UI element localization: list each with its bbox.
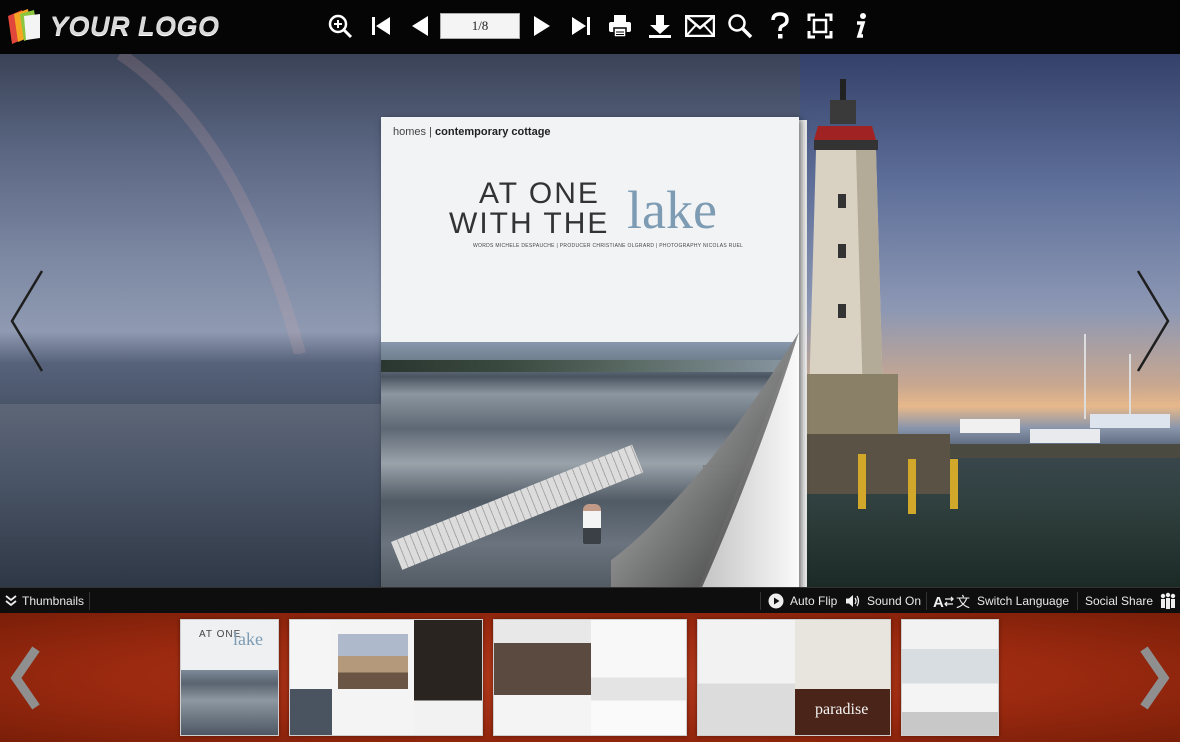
- thumbnail-title-accent: paradise: [815, 701, 869, 718]
- logo: YOUR LOGO: [4, 6, 220, 46]
- fullscreen-icon: [807, 13, 833, 39]
- thumbnails-next-button[interactable]: [1134, 643, 1174, 713]
- print-button[interactable]: [605, 10, 635, 42]
- next-page-arrow[interactable]: [1132, 269, 1172, 373]
- chevron-right-icon: [1136, 270, 1170, 372]
- info-icon: [856, 13, 866, 38]
- print-icon: [609, 15, 631, 38]
- next-page-icon: [534, 16, 550, 36]
- svg-text:文: 文: [956, 595, 970, 609]
- thumbnails-label: Thumbnails: [22, 594, 85, 608]
- speaker-icon: [846, 595, 860, 607]
- logo-text: YOUR LOGO: [50, 10, 220, 41]
- email-button[interactable]: [685, 10, 715, 42]
- thumbnail-page: AT ONE lake: [181, 620, 278, 735]
- page-curl[interactable]: [611, 332, 799, 588]
- headline-line-2: WITH THE: [449, 207, 610, 240]
- sound-label: Sound On: [867, 594, 922, 608]
- flipbook-page[interactable]: homes | contemporary cottage AT ONE WITH…: [381, 117, 807, 588]
- sound-toggle[interactable]: Sound On: [845, 592, 921, 610]
- last-page-icon: [572, 17, 590, 35]
- page-header: homes | contemporary cottage: [393, 126, 551, 138]
- headline-block: AT ONE WITH THE: [449, 179, 609, 239]
- page-number-input[interactable]: [440, 13, 520, 39]
- auto-flip-button[interactable]: Auto Flip: [768, 592, 837, 610]
- auto-flip-label: Auto Flip: [790, 594, 838, 608]
- headline-line-1: AT ONE: [479, 177, 600, 210]
- switch-language-label: Switch Language: [977, 594, 1070, 608]
- switch-language-button[interactable]: A文 Switch Language: [933, 592, 1069, 610]
- next-page-button[interactable]: [527, 10, 557, 42]
- background-lake-water: [0, 404, 400, 588]
- lighthouse: [800, 79, 1180, 514]
- chevron-left-icon: [10, 646, 40, 710]
- rainbow: [116, 54, 306, 354]
- thumbnail-spread-4-5[interactable]: [493, 619, 687, 736]
- chevron-left-icon: [10, 270, 44, 372]
- thumbnail-page: [902, 620, 998, 735]
- flipbook-viewer: YOUR LOGO 1/8 homes | contemporary cotta…: [0, 0, 1180, 742]
- download-icon: [649, 15, 671, 38]
- last-page-button[interactable]: [566, 10, 596, 42]
- article-credits: WORDS MICHELE DESPAUCHE | PRODUCER CHRIS…: [473, 243, 744, 249]
- previous-page-button[interactable]: [405, 10, 435, 42]
- thumbnail-page: paradise: [795, 620, 890, 735]
- thumbnail-page: [698, 620, 795, 735]
- thumbnail-cover[interactable]: AT ONE lake: [180, 619, 279, 736]
- thumbnail-page: [332, 620, 414, 735]
- svg-text:A: A: [933, 594, 944, 609]
- zoom-in-icon: [328, 14, 353, 39]
- download-button[interactable]: [645, 10, 675, 42]
- previous-page-arrow[interactable]: [8, 269, 48, 373]
- fullscreen-button[interactable]: [805, 10, 835, 42]
- book-stage: homes | contemporary cottage AT ONE WITH…: [0, 54, 1180, 588]
- thumbnails-toggle[interactable]: Thumbnails: [4, 592, 91, 610]
- search-icon: [728, 14, 753, 39]
- bottom-toolbar: Thumbnails Auto Flip Sound On A文 Switch …: [0, 587, 1180, 613]
- zoom-in-button[interactable]: [325, 10, 355, 42]
- thumbnail-strip: AT ONE lake paradise: [0, 613, 1180, 742]
- thumbnail-title-accent: lake: [233, 629, 263, 649]
- thumbnails-previous-button[interactable]: [6, 643, 46, 713]
- social-share-button[interactable]: Social Share: [1085, 592, 1177, 610]
- divider: [1077, 592, 1078, 610]
- thumbnail-photo: [181, 670, 278, 735]
- divider: [760, 592, 761, 610]
- thumbnail-page: [591, 620, 686, 735]
- thumbnail-page: [290, 620, 332, 735]
- thumbnail-page-8[interactable]: [901, 619, 999, 736]
- thumbnail-page: [414, 620, 482, 735]
- first-page-button[interactable]: [366, 10, 396, 42]
- divider: [926, 592, 927, 610]
- top-toolbar: YOUR LOGO: [0, 0, 1180, 54]
- headline-accent-word: lake: [627, 180, 717, 240]
- info-button[interactable]: [845, 10, 875, 42]
- first-page-icon: [372, 17, 390, 35]
- social-share-label: Social Share: [1085, 594, 1154, 608]
- play-circle-icon: [768, 593, 784, 609]
- logo-book-icon: [8, 9, 40, 44]
- thumbnail-spread-2-3[interactable]: [289, 619, 483, 736]
- thumbnail-photo: [338, 634, 408, 689]
- thumbnail-page: [494, 620, 591, 735]
- chevron-right-icon: [1140, 646, 1170, 710]
- language-icon: A文: [933, 594, 970, 609]
- photo-person: [583, 504, 601, 544]
- photo-dock: [391, 444, 644, 570]
- people-icon: [1160, 592, 1176, 609]
- help-button[interactable]: [765, 10, 795, 42]
- subsection-label: contemporary cottage: [435, 126, 551, 138]
- section-label: homes: [393, 126, 427, 138]
- magazine-cover-page: homes | contemporary cottage AT ONE WITH…: [381, 117, 799, 588]
- email-icon: [685, 15, 715, 37]
- thumbnail-spread-6-7[interactable]: paradise: [697, 619, 891, 736]
- double-chevron-down-icon: [5, 595, 17, 607]
- search-button[interactable]: [725, 10, 755, 42]
- help-icon: [771, 12, 789, 39]
- previous-page-icon: [412, 16, 428, 36]
